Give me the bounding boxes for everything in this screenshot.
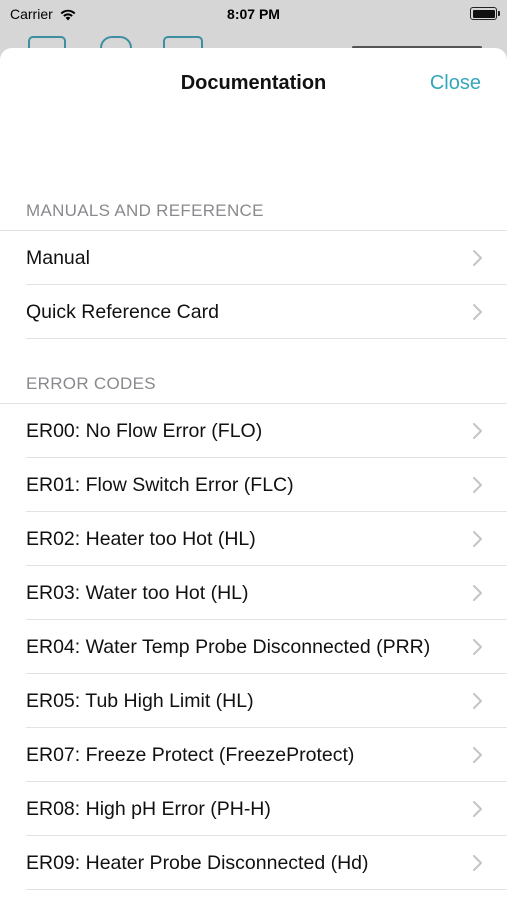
list-item[interactable]: Manual bbox=[0, 231, 507, 285]
list-item[interactable]: ER03: Water too Hot (HL) bbox=[0, 566, 507, 620]
status-bar: Carrier 8:07 PM bbox=[0, 0, 507, 30]
list-item[interactable]: ER02: Heater too Hot (HL) bbox=[0, 512, 507, 566]
chevron-right-icon bbox=[473, 585, 482, 601]
list-item-label: ER04: Water Temp Probe Disconnected (PRR… bbox=[26, 635, 431, 658]
chevron-right-icon bbox=[473, 250, 482, 266]
list-item-label: ER07: Freeze Protect (FreezeProtect) bbox=[26, 743, 355, 766]
status-time: 8:07 PM bbox=[227, 6, 280, 22]
battery-level bbox=[472, 9, 495, 18]
list-item[interactable]: ER08: High pH Error (PH-H) bbox=[0, 782, 507, 836]
close-button[interactable]: Close bbox=[430, 72, 481, 95]
section-list: Manual Quick Reference Card bbox=[0, 230, 507, 339]
list-item[interactable]: ER09: Heater Probe Disconnected (Hd) bbox=[0, 836, 507, 890]
table-view: MANUALS AND REFERENCE Manual Quick Referen… bbox=[0, 200, 507, 890]
list-item[interactable]: ER07: Freeze Protect (FreezeProtect) bbox=[0, 728, 507, 782]
battery-icon bbox=[470, 7, 500, 20]
list-item-label: ER01: Flow Switch Error (FLC) bbox=[26, 473, 294, 496]
list-item[interactable]: ER05: Tub High Limit (HL) bbox=[0, 674, 507, 728]
list-item-label: ER03: Water too Hot (HL) bbox=[26, 581, 249, 604]
chevron-right-icon bbox=[473, 693, 482, 709]
list-item-label: ER02: Heater too Hot (HL) bbox=[26, 527, 256, 550]
list-item-label: ER05: Tub High Limit (HL) bbox=[26, 689, 254, 712]
chevron-right-icon bbox=[473, 801, 482, 817]
navigation-bar: Documentation Close bbox=[0, 48, 507, 120]
list-item-label: Manual bbox=[26, 246, 90, 269]
list-item-label: ER09: Heater Probe Disconnected (Hd) bbox=[26, 851, 369, 874]
section-header: ERROR CODES bbox=[26, 374, 156, 393]
list-item-label: ER08: High pH Error (PH-H) bbox=[26, 797, 271, 820]
chevron-right-icon bbox=[473, 639, 482, 655]
list-item[interactable]: ER00: No Flow Error (FLO) bbox=[0, 404, 507, 458]
chevron-right-icon bbox=[473, 531, 482, 547]
chevron-right-icon bbox=[473, 747, 482, 763]
chevron-right-icon bbox=[473, 423, 482, 439]
chevron-right-icon bbox=[473, 304, 482, 320]
list-item-label: Quick Reference Card bbox=[26, 300, 219, 323]
chevron-right-icon bbox=[473, 477, 482, 493]
list-item[interactable]: ER04: Water Temp Probe Disconnected (PRR… bbox=[0, 620, 507, 674]
list-item[interactable]: Quick Reference Card bbox=[0, 285, 507, 339]
chevron-right-icon bbox=[473, 855, 482, 871]
documentation-sheet: Documentation Close MANUALS AND REFERENC… bbox=[0, 48, 507, 900]
list-item[interactable]: ER01: Flow Switch Error (FLC) bbox=[0, 458, 507, 512]
section-header: MANUALS AND REFERENCE bbox=[26, 201, 264, 220]
list-item-label: ER00: No Flow Error (FLO) bbox=[26, 419, 263, 442]
section-list: ER00: No Flow Error (FLO) ER01: Flow Swit… bbox=[0, 403, 507, 890]
